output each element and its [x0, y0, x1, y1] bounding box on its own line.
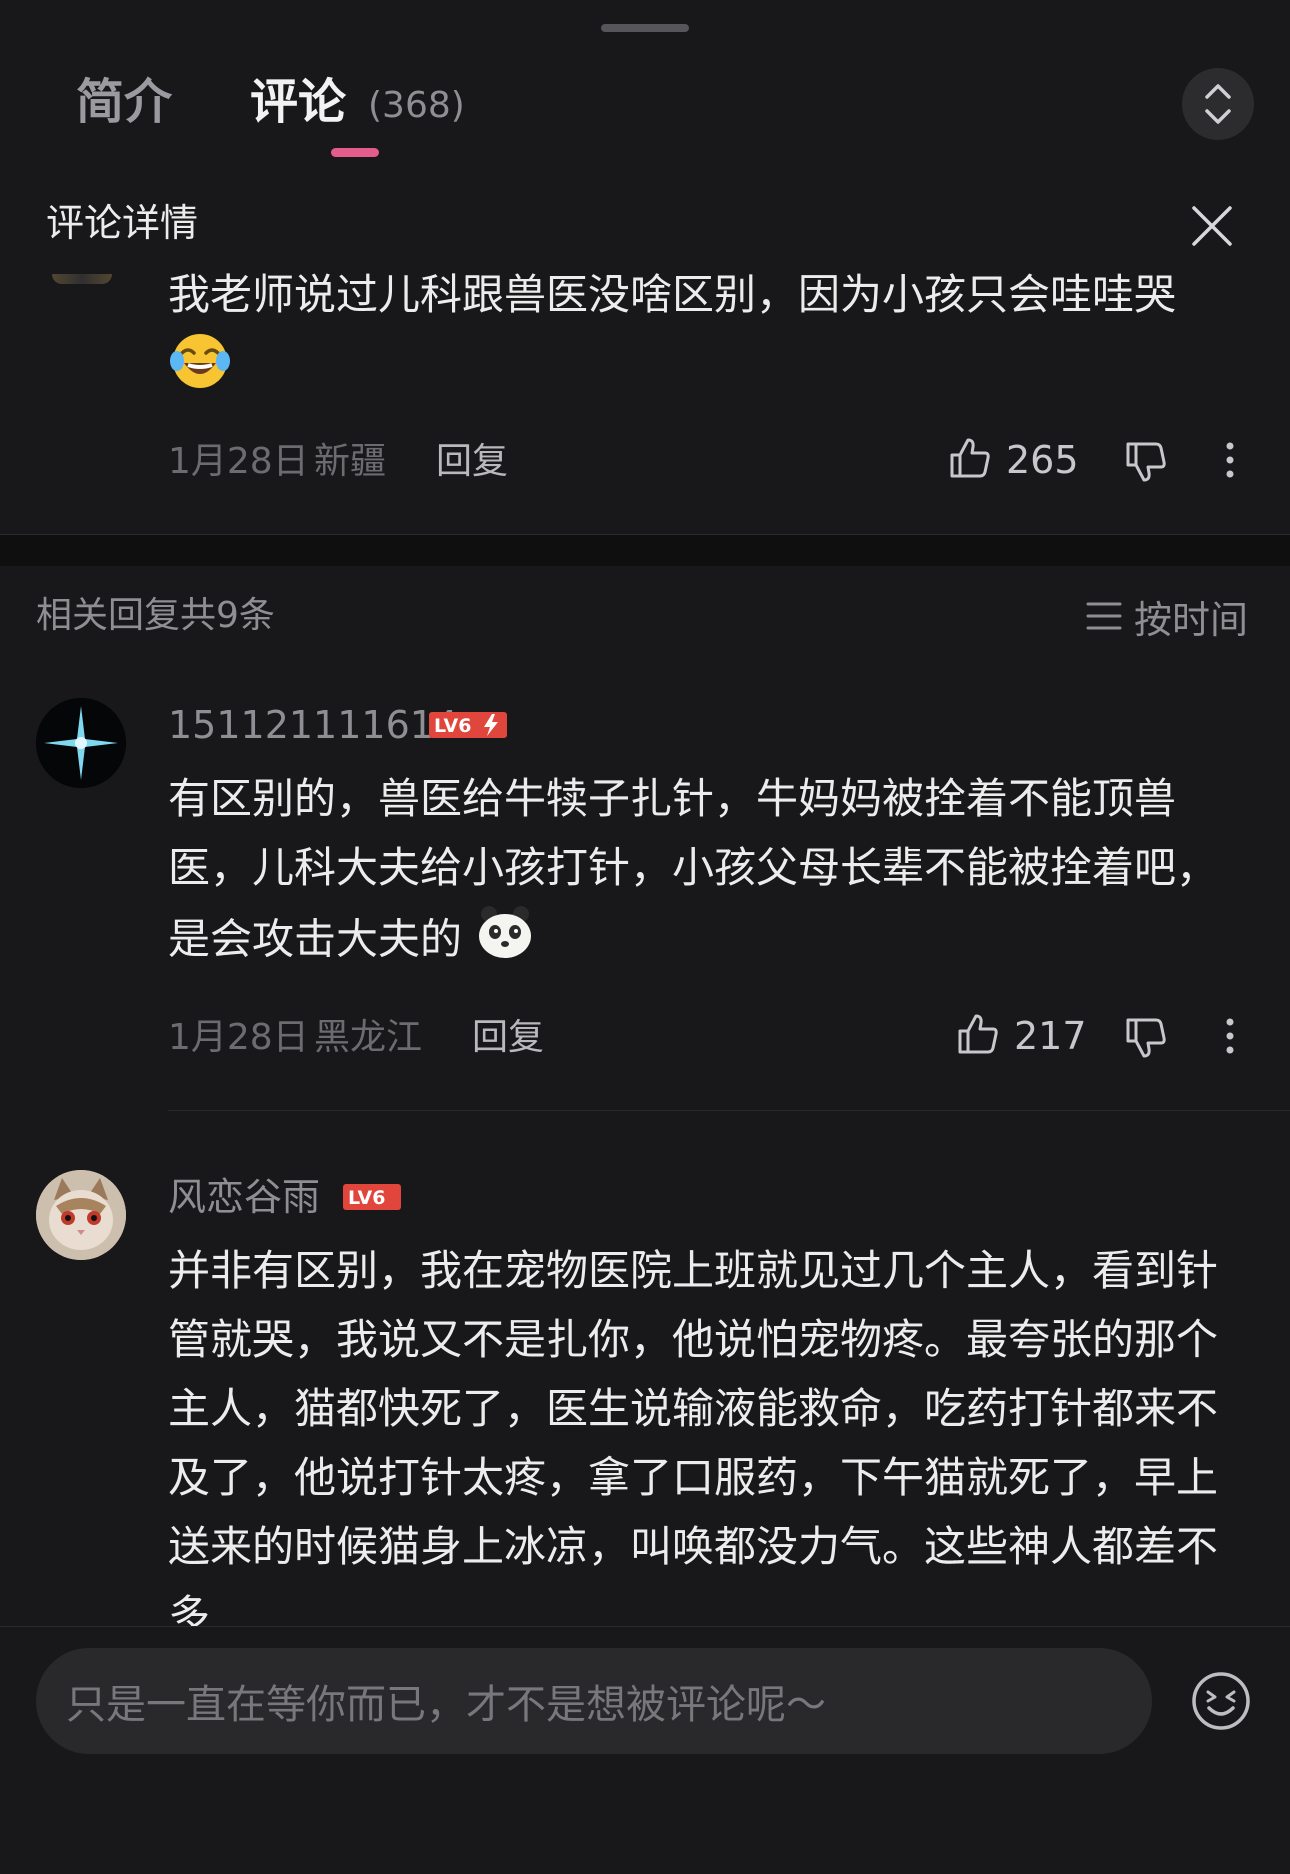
four-point-star-avatar-icon: [36, 698, 126, 788]
section-divider: [0, 534, 1290, 566]
reply-date: 1月28日: [168, 1017, 309, 1058]
dislike-button[interactable]: [1122, 438, 1170, 486]
avatar[interactable]: [36, 698, 126, 788]
sort-label: 按时间: [1134, 597, 1249, 642]
thumbs-up-icon: [958, 1014, 998, 1054]
reply-location: 黑龙江: [314, 1017, 423, 1058]
comment-input-placeholder: 只是一直在等你而已，才不是想被评论呢～: [66, 1682, 826, 1728]
reply-reply-button[interactable]: 回复: [472, 1016, 544, 1060]
more-vertical-icon: [1226, 1018, 1234, 1054]
main-comment-date: 1月28日: [168, 441, 309, 482]
comment-detail-title: 评论详情: [46, 201, 199, 245]
comment-input[interactable]: 只是一直在等你而已，才不是想被评论呢～: [36, 1648, 1152, 1754]
panda-face-emoji-icon: [475, 902, 535, 982]
dislike-button[interactable]: [1122, 1014, 1170, 1062]
close-icon: [1192, 206, 1232, 246]
svg-text:LV6: LV6: [434, 715, 471, 737]
more-vertical-icon: [1226, 442, 1234, 478]
sort-by-time-button[interactable]: 按时间: [1086, 592, 1248, 642]
tab-intro[interactable]: 简介: [76, 74, 172, 130]
drag-handle[interactable]: [601, 24, 689, 32]
reply-username[interactable]: 151121111614: [168, 702, 458, 748]
level-badge-icon: LV6: [343, 1184, 401, 1210]
comments-count: (368): [368, 85, 465, 126]
reply-text: 有区别的，兽医给牛犊子扎针，牛妈妈被拴着不能顶兽医，儿科大夫给小孩打针，小孩父母…: [168, 764, 1248, 982]
emoji-picker-button[interactable]: [1190, 1670, 1252, 1732]
laughing-tears-emoji-icon: [168, 329, 232, 413]
level-lightning-badge-icon: LV6: [429, 712, 507, 738]
thumbs-up-icon: [950, 438, 990, 478]
chevron-up-down-icon: [1205, 84, 1231, 124]
active-tab-indicator: [331, 148, 379, 157]
like-button[interactable]: [946, 434, 994, 482]
like-button[interactable]: [954, 1010, 1002, 1058]
reply-username[interactable]: 风恋谷雨: [168, 1174, 320, 1220]
reply-like-count: 217: [1014, 1014, 1087, 1058]
svg-text:LV6: LV6: [348, 1187, 385, 1209]
level-badge: LV6: [428, 711, 508, 739]
expand-collapse-button[interactable]: [1182, 68, 1254, 140]
main-comment-location: 新疆: [314, 441, 387, 482]
avatar[interactable]: [36, 1170, 126, 1260]
cat-face-avatar-icon: [36, 1170, 126, 1260]
reply-total-label: 相关回复共9条: [36, 595, 275, 636]
reply-text: 并非有区别，我在宠物医院上班就见过几个主人，看到针管就哭，我说又不是扎你，他说怕…: [168, 1246, 1219, 1626]
main-comment-reply-button[interactable]: 回复: [436, 440, 508, 484]
emoji-face-icon: [1192, 1672, 1250, 1730]
more-options-button[interactable]: [1214, 436, 1246, 484]
reply-divider: [168, 1110, 1290, 1111]
author-avatar[interactable]: [52, 274, 112, 284]
thumbs-down-icon: [1126, 442, 1166, 482]
list-sort-icon: [1086, 602, 1122, 630]
main-comment-text: 我老师说过儿科跟兽医没啥区别，因为小孩只会哇哇哭: [168, 260, 1248, 413]
close-button[interactable]: [1184, 198, 1240, 254]
main-comment-like-count: 265: [1006, 438, 1079, 482]
level-badge: LV6: [342, 1183, 402, 1211]
more-options-button[interactable]: [1214, 1012, 1246, 1060]
tab-comments[interactable]: 评论: [250, 74, 346, 130]
thumbs-down-icon: [1126, 1018, 1166, 1058]
